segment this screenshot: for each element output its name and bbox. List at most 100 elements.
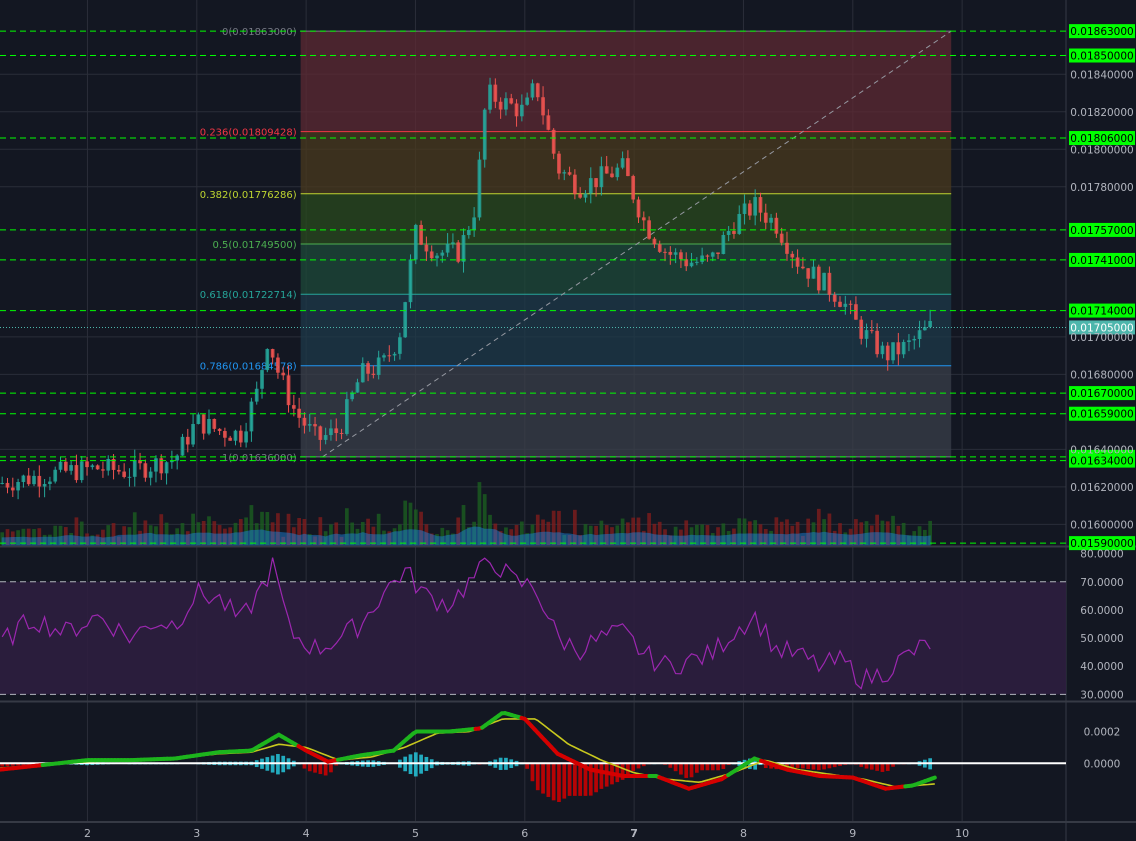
candle-body: [907, 340, 911, 342]
candle-body: [477, 159, 482, 218]
macd-histogram-bar: [551, 763, 556, 801]
macd-histogram-bar: [631, 763, 636, 772]
candle-body: [790, 253, 795, 258]
level-label: 0.01670000: [1070, 388, 1133, 400]
candle-body: [461, 235, 466, 262]
candle-body: [917, 330, 922, 340]
candle-body: [535, 83, 540, 98]
macd-histogram-bar: [578, 763, 583, 796]
macd-histogram-bar: [530, 763, 535, 782]
candle-body: [514, 103, 519, 117]
macd-histogram-bar: [546, 763, 551, 797]
macd-histogram-bar: [541, 763, 545, 794]
candle-body: [562, 172, 567, 174]
candle-body: [53, 469, 58, 482]
candle-body: [185, 436, 190, 445]
candle-body: [276, 357, 280, 373]
fibonacci-retracement[interactable]: 0(0.01863000) 0.236(0.01809428) 0.382(0.01…: [200, 27, 952, 464]
candle-body: [896, 342, 901, 355]
candle-body: [291, 405, 296, 409]
candle-body: [445, 243, 450, 253]
candle-body: [387, 355, 392, 357]
macd-histogram-bar: [710, 763, 715, 771]
candle-body: [742, 203, 747, 215]
candle-body: [85, 461, 89, 468]
candle-body: [42, 483, 47, 487]
candle-body: [48, 481, 52, 484]
time-axis-tick-label: 4: [303, 827, 310, 840]
fib-level-label-0.236: 0.236(0.01809428): [200, 128, 297, 139]
candle-body: [573, 174, 577, 195]
candle-body: [546, 115, 551, 130]
candle-body: [249, 401, 254, 432]
candle-body: [875, 330, 879, 355]
candle-body: [599, 166, 604, 188]
level-label: 0.01659000: [1070, 409, 1133, 421]
macd-histogram-bar: [594, 763, 598, 793]
chart-canvas[interactable]: 0(0.01863000) 0.236(0.01809428) 0.382(0.01…: [0, 0, 1136, 841]
candle-body: [880, 345, 885, 355]
fib-level-label-0: 0(0.01863000): [222, 27, 297, 38]
time-axis-tick-label: 5: [412, 827, 419, 840]
time-axis-tick-label: 8: [740, 827, 747, 840]
candle-body: [382, 355, 386, 358]
candle-body: [238, 430, 243, 443]
macd-histogram-bar: [816, 763, 821, 771]
candle-body: [610, 173, 614, 178]
candle-body: [525, 97, 530, 105]
candle-body: [801, 266, 805, 269]
fib-level-label-1: 1(0.01636000): [222, 453, 297, 464]
candle-body: [180, 436, 185, 456]
macd-axis-tick-label: 0.0000: [1084, 758, 1121, 770]
fib-zone-0.5: [300, 243, 952, 295]
candle-body: [498, 101, 503, 110]
candle-body: [928, 320, 933, 328]
candle-body: [705, 255, 710, 257]
candle-body: [652, 238, 657, 245]
time-axis-tick-label: 3: [193, 827, 200, 840]
candle-body: [127, 476, 132, 478]
rsi-axis-tick-label: 60.0000: [1080, 605, 1123, 617]
time-axis-tick-label: 10: [955, 827, 969, 840]
candle-body: [663, 251, 667, 253]
candle-body: [466, 229, 471, 236]
candle-body: [456, 242, 461, 262]
candle-body: [254, 388, 259, 402]
candle-body: [636, 199, 641, 218]
candle-body: [519, 104, 524, 117]
price-axis-tick-label: 0.01700000: [1070, 332, 1133, 344]
macd-histogram-bar: [557, 763, 561, 802]
candle-body: [307, 424, 312, 426]
candle-body: [530, 83, 535, 98]
candle-body: [912, 339, 917, 341]
fib-level-label-0.5: 0.5(0.01749500): [213, 240, 297, 251]
candle-body: [5, 482, 10, 488]
candle-body: [673, 252, 678, 255]
candle-body: [207, 419, 211, 434]
rsi-axis-tick-label: 70.0000: [1080, 577, 1123, 589]
candle-body: [355, 382, 360, 393]
candle-body: [657, 244, 662, 252]
price-axis-tick-label: 0.01680000: [1070, 369, 1133, 381]
candle-body: [339, 433, 344, 435]
price-axis-tick-label: 0.01800000: [1070, 144, 1133, 156]
candle-body: [79, 461, 84, 481]
candle-body: [175, 455, 180, 461]
macd-histogram-bar: [694, 763, 699, 773]
candle-body: [164, 462, 169, 474]
candle-body: [212, 419, 217, 429]
candle-body: [21, 475, 26, 483]
candle-body: [763, 212, 768, 223]
candle-body: [716, 252, 720, 255]
level-label: 0.01863000: [1070, 26, 1133, 38]
level-label: 0.01850000: [1070, 51, 1133, 63]
macd-histogram-bar: [573, 763, 577, 796]
fib-level-label-0.618: 0.618(0.01722714): [200, 290, 297, 301]
candle-body: [615, 167, 620, 178]
candle-body: [864, 330, 869, 339]
rsi-axis-tick-label: 30.0000: [1080, 689, 1123, 701]
candle-body: [345, 399, 349, 434]
fib-level-label-0.786: 0.786(0.01684578): [200, 362, 297, 373]
trading-chart[interactable]: 0(0.01863000) 0.236(0.01809428) 0.382(0.01…: [0, 0, 1136, 841]
candle-body: [424, 244, 429, 252]
